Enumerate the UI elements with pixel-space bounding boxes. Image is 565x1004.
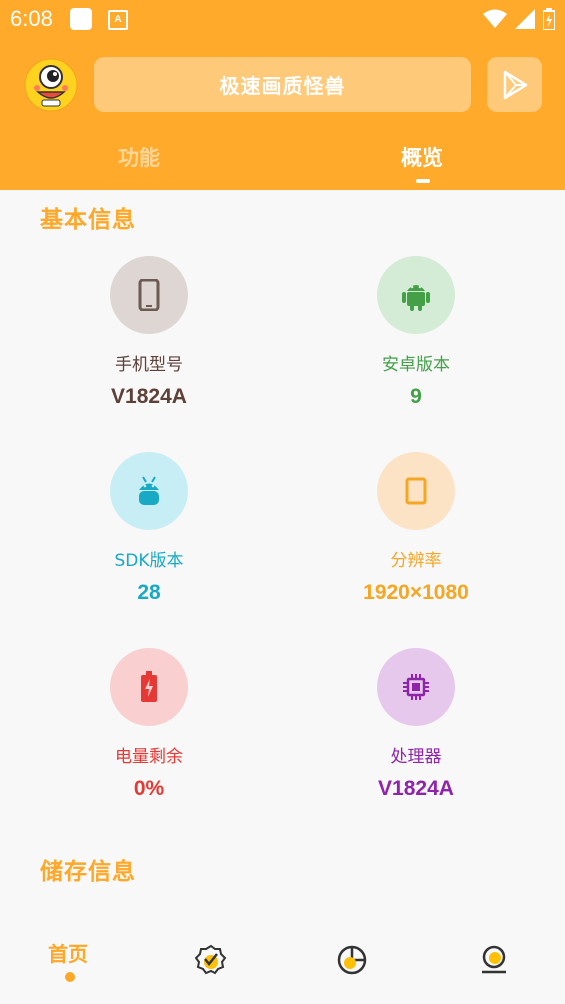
status-bar: 6:08 A xyxy=(0,0,565,38)
pie-chart-icon xyxy=(337,945,367,975)
card-label: 手机型号 xyxy=(115,355,183,375)
card-value: V1824A xyxy=(378,777,454,800)
battery-status-icon xyxy=(543,8,555,30)
verified-badge-icon xyxy=(194,944,227,975)
nav-active-dot xyxy=(65,972,75,982)
card-value: 0% xyxy=(133,777,165,800)
play-icon xyxy=(503,70,527,99)
wifi-icon xyxy=(483,9,507,28)
app-header: 6:08 A 极速画质怪兽 功能 概览 xyxy=(0,0,565,190)
card-value: V1824A xyxy=(111,385,187,408)
phone-icon xyxy=(138,279,160,311)
tab-indicator xyxy=(416,179,430,183)
app-title: 极速画质怪兽 xyxy=(219,74,346,98)
nav-home-label: 首页 xyxy=(48,942,88,966)
tab-features[interactable]: 功能 xyxy=(118,142,160,172)
section-title-storage-info: 储存信息 xyxy=(40,859,136,885)
card-label: 安卓版本 xyxy=(382,355,450,375)
nav-item-stats[interactable] xyxy=(336,944,368,980)
play-button[interactable] xyxy=(487,57,542,112)
signal-icon xyxy=(515,9,535,29)
card-value: 9 xyxy=(410,385,422,408)
app-title-bar[interactable]: 极速画质怪兽 xyxy=(94,57,471,112)
battery-icon xyxy=(141,671,157,702)
android-icon xyxy=(402,285,430,311)
screen-icon-circle xyxy=(377,452,455,530)
card-battery: 电量剩余 0% xyxy=(49,648,249,801)
cpu-icon-circle xyxy=(377,648,455,726)
section-title-basic-info: 基本信息 xyxy=(40,207,136,233)
nav-item-verified[interactable] xyxy=(194,944,227,980)
sdk-icon xyxy=(139,476,159,505)
screen-icon xyxy=(405,477,427,505)
card-phone-model: 手机型号 V1824A xyxy=(49,256,249,409)
app-logo[interactable] xyxy=(24,58,78,112)
card-label: 分辨率 xyxy=(390,551,442,571)
card-resolution: 分辨率 1920×1080 xyxy=(316,452,516,605)
card-value: 1920×1080 xyxy=(363,581,469,604)
card-label: SDK版本 xyxy=(114,551,184,571)
nav-item-profile[interactable] xyxy=(478,944,510,980)
card-sdk-version: SDK版本 28 xyxy=(49,452,249,605)
profile-icon xyxy=(482,945,506,974)
phone-icon-circle xyxy=(110,256,188,334)
card-processor: 处理器 V1824A xyxy=(316,648,516,801)
notification-square-icon xyxy=(70,8,92,30)
bottom-navigation: 首页 xyxy=(0,920,565,1004)
card-label: 电量剩余 xyxy=(115,747,183,767)
card-value: 28 xyxy=(137,581,161,604)
cpu-icon xyxy=(403,674,429,700)
card-android-version: 安卓版本 9 xyxy=(316,256,516,409)
card-label: 处理器 xyxy=(390,747,442,767)
notification-a-icon: A xyxy=(108,10,128,30)
system-icons xyxy=(483,8,555,30)
sdk-icon-circle xyxy=(110,452,188,530)
tab-overview[interactable]: 概览 xyxy=(401,142,443,172)
android-icon-circle xyxy=(377,256,455,334)
battery-icon-circle xyxy=(110,648,188,726)
status-time: 6:08 xyxy=(10,6,53,31)
